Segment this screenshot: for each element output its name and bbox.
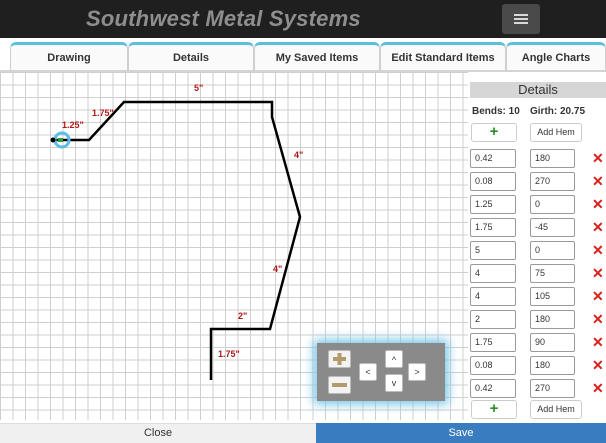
angle-field[interactable]: 0 (530, 241, 575, 260)
tab-drawing[interactable]: Drawing (10, 42, 128, 70)
delete-row-icon[interactable]: ✕ (592, 265, 604, 281)
add-hem-button-top[interactable]: Add Hem (530, 123, 582, 142)
angle-field[interactable]: 90 (530, 333, 575, 352)
dimension-label-4-top: 4" (294, 150, 303, 160)
length-field[interactable]: 1.75 (470, 218, 516, 237)
delete-row-icon[interactable]: ✕ (592, 242, 604, 258)
length-field[interactable]: 0.42 (470, 149, 516, 168)
angle-field[interactable]: 180 (530, 149, 575, 168)
length-field[interactable]: 4 (470, 264, 516, 283)
delete-row-icon[interactable]: ✕ (592, 150, 604, 166)
tab-details[interactable]: Details (128, 42, 254, 70)
add-row-button-top[interactable]: + (471, 123, 517, 142)
angle-field[interactable]: 270 (530, 172, 575, 191)
girth-value: Girth: 20.75 (530, 106, 586, 117)
tab-edit-standard-items[interactable]: Edit Standard Items (380, 42, 506, 70)
hamburger-icon (514, 14, 528, 16)
bend-row: 5 0 ✕ (468, 241, 606, 260)
dimension-label-5: 5" (194, 83, 203, 93)
delete-row-icon[interactable]: ✕ (592, 380, 604, 396)
plus-icon (333, 353, 346, 365)
profile-line (53, 100, 302, 380)
hamburger-menu-button[interactable] (502, 4, 540, 34)
save-button[interactable]: Save (316, 423, 606, 443)
dimension-label-4-bottom: 4" (273, 264, 282, 274)
angle-field[interactable]: 75 (530, 264, 575, 283)
delete-row-icon[interactable]: ✕ (592, 219, 604, 235)
bend-row: 0.08 270 ✕ (468, 172, 606, 191)
tab-bar: Drawing Details My Saved Items Edit Stan… (0, 42, 606, 72)
angle-field[interactable]: 270 (530, 379, 575, 398)
start-point-dot (50, 137, 56, 143)
dimension-label-2: 2" (238, 311, 247, 321)
tab-my-saved-items[interactable]: My Saved Items (254, 42, 380, 70)
length-field[interactable]: 0.42 (470, 379, 516, 398)
delete-row-icon[interactable]: ✕ (592, 173, 604, 189)
length-field[interactable]: 2 (470, 310, 516, 329)
length-field[interactable]: 1.25 (470, 195, 516, 214)
bend-row: 1.25 0 ✕ (468, 195, 606, 214)
angle-field[interactable]: 180 (530, 310, 575, 329)
bend-row: 4 105 ✕ (468, 287, 606, 306)
bend-row: 2 180 ✕ (468, 310, 606, 329)
angle-field[interactable]: 180 (530, 356, 575, 375)
dimension-label-1-25: 1.25" (62, 120, 84, 130)
delete-row-icon[interactable]: ✕ (592, 357, 604, 373)
length-field[interactable]: 1.75 (470, 333, 516, 352)
pan-down-button[interactable]: v (385, 374, 403, 392)
bends-count: Bends: 10 (472, 106, 520, 117)
close-button[interactable]: Close (0, 423, 316, 443)
minus-icon (332, 383, 347, 387)
bend-row: 0.42 270 ✕ (468, 379, 606, 398)
dimension-label-1-75: 1.75" (92, 108, 114, 118)
length-field[interactable]: 0.08 (470, 356, 516, 375)
pan-right-button[interactable]: > (408, 363, 426, 381)
angle-field[interactable]: 0 (530, 195, 575, 214)
add-row-button-bottom[interactable]: + (471, 400, 517, 419)
zoom-in-button[interactable] (328, 350, 351, 368)
bend-row: 0.08 180 ✕ (468, 356, 606, 375)
length-field[interactable]: 5 (470, 241, 516, 260)
details-panel: Details Bends: 10 Girth: 20.75 + Add Hem… (468, 72, 606, 420)
app-header: Southwest Metal Systems (0, 0, 606, 38)
angle-field[interactable]: -45 (530, 218, 575, 237)
brand-title: Southwest Metal Systems (86, 6, 361, 31)
angle-field[interactable]: 105 (530, 287, 575, 306)
footer-bar: Close Save (0, 423, 606, 443)
pan-left-button[interactable]: < (359, 363, 377, 381)
pan-up-button[interactable]: ^ (385, 350, 403, 368)
bend-row: 1.75 90 ✕ (468, 333, 606, 352)
zoom-pan-controls: < ^ v > (317, 343, 445, 401)
details-title: Details (470, 82, 606, 98)
delete-row-icon[interactable]: ✕ (592, 196, 604, 212)
zoom-out-button[interactable] (328, 376, 351, 394)
delete-row-icon[interactable]: ✕ (592, 311, 604, 327)
length-field[interactable]: 0.08 (470, 172, 516, 191)
length-field[interactable]: 4 (470, 287, 516, 306)
delete-row-icon[interactable]: ✕ (592, 288, 604, 304)
delete-row-icon[interactable]: ✕ (592, 334, 604, 350)
tab-angle-charts[interactable]: Angle Charts (506, 42, 606, 70)
dimension-label-1-75-bottom: 1.75" (218, 349, 240, 359)
bend-row: 4 75 ✕ (468, 264, 606, 283)
start-point-handle (58, 138, 63, 142)
bend-row: 0.42 180 ✕ (468, 149, 606, 168)
bend-row: 1.75 -45 ✕ (468, 218, 606, 237)
add-hem-button-bottom[interactable]: Add Hem (530, 400, 582, 419)
